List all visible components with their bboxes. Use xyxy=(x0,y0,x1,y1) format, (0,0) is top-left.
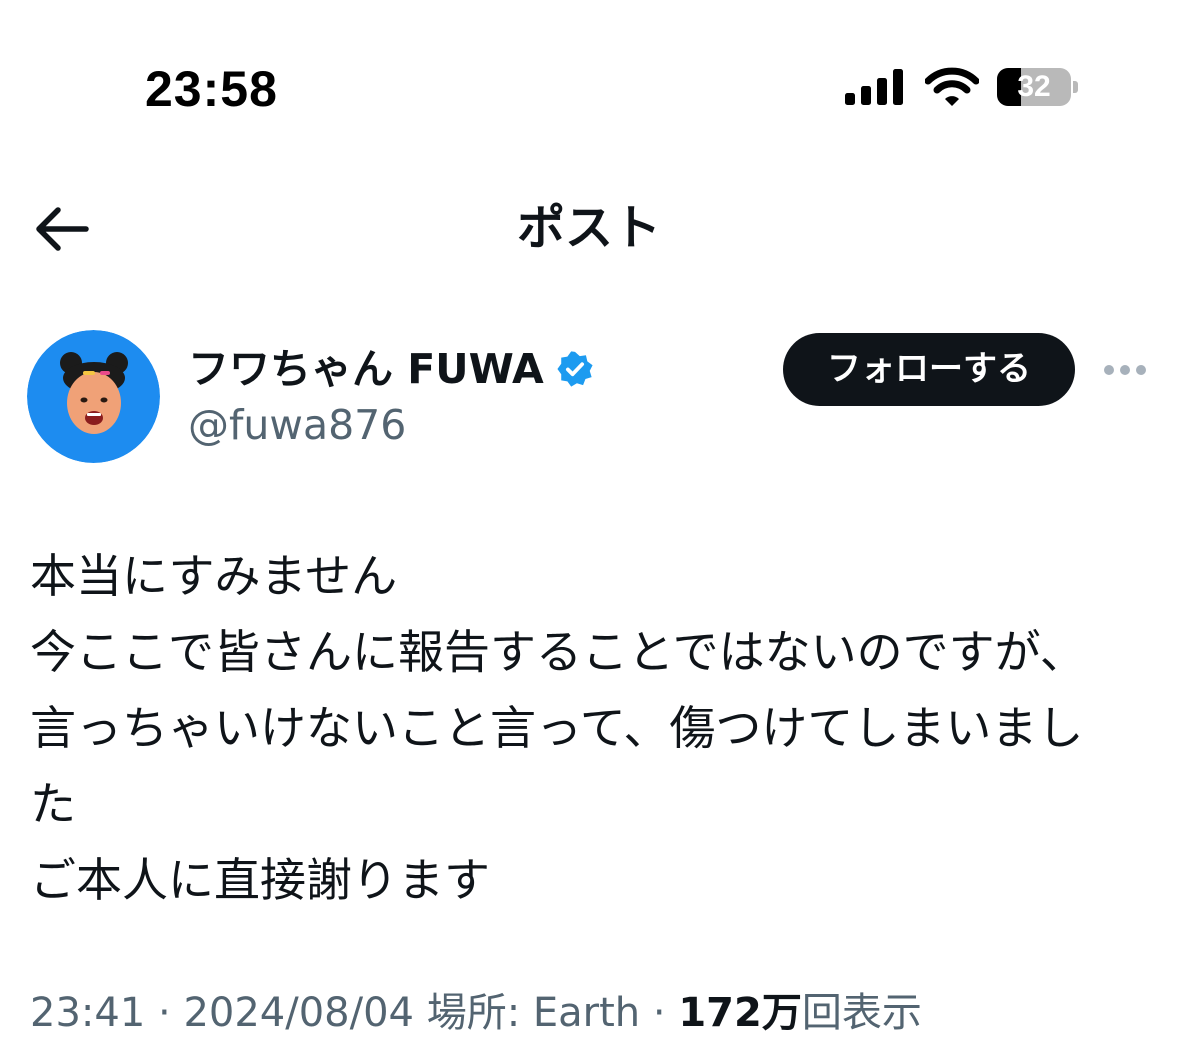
views-label: 回表示 xyxy=(801,990,922,1036)
follow-button[interactable]: フォローする xyxy=(783,333,1075,406)
battery-tip xyxy=(1073,81,1078,93)
post-time[interactable]: 23:41 xyxy=(30,990,145,1036)
more-dots-icon[interactable] xyxy=(1102,362,1148,378)
verified-badge-icon xyxy=(557,351,593,387)
post-line: 今ここで皆さんに報告することではないのですが、 xyxy=(30,625,1086,679)
meta-separator: · xyxy=(158,990,171,1036)
author-name-row[interactable]: フワちゃん FUWA xyxy=(188,342,594,396)
cellular-signal-icon xyxy=(845,69,903,105)
post-date[interactable]: 2024/08/04 xyxy=(183,990,414,1036)
post-line: た xyxy=(30,777,76,831)
status-bar-time: 23:58 xyxy=(145,61,278,117)
post-location: 場所: Earth xyxy=(426,990,641,1036)
wifi-icon xyxy=(925,67,979,106)
post-line: 言っちゃいけないこと言って、傷つけてしまいまし xyxy=(30,701,1084,755)
page-title: ポスト xyxy=(516,200,661,256)
post-meta: 23:41 · 2024/08/04 場所: Earth · 172万回表示 xyxy=(30,985,922,1041)
post-text: 本当にすみません 今ここで皆さんに報告することではないのですが、 言っちゃいけな… xyxy=(30,538,1155,918)
avatar-image xyxy=(27,330,160,463)
battery-level: 32 xyxy=(1017,70,1051,103)
avatar[interactable] xyxy=(27,330,160,463)
post-line: ご本人に直接謝ります xyxy=(30,853,490,907)
user-handle[interactable]: @fuwa876 xyxy=(188,398,406,452)
post-line: 本当にすみません xyxy=(30,549,398,603)
meta-separator: · xyxy=(652,990,666,1036)
display-name: フワちゃん FUWA xyxy=(188,345,544,393)
views-count: 172万 xyxy=(678,990,802,1036)
battery-icon: 32 xyxy=(997,68,1078,106)
